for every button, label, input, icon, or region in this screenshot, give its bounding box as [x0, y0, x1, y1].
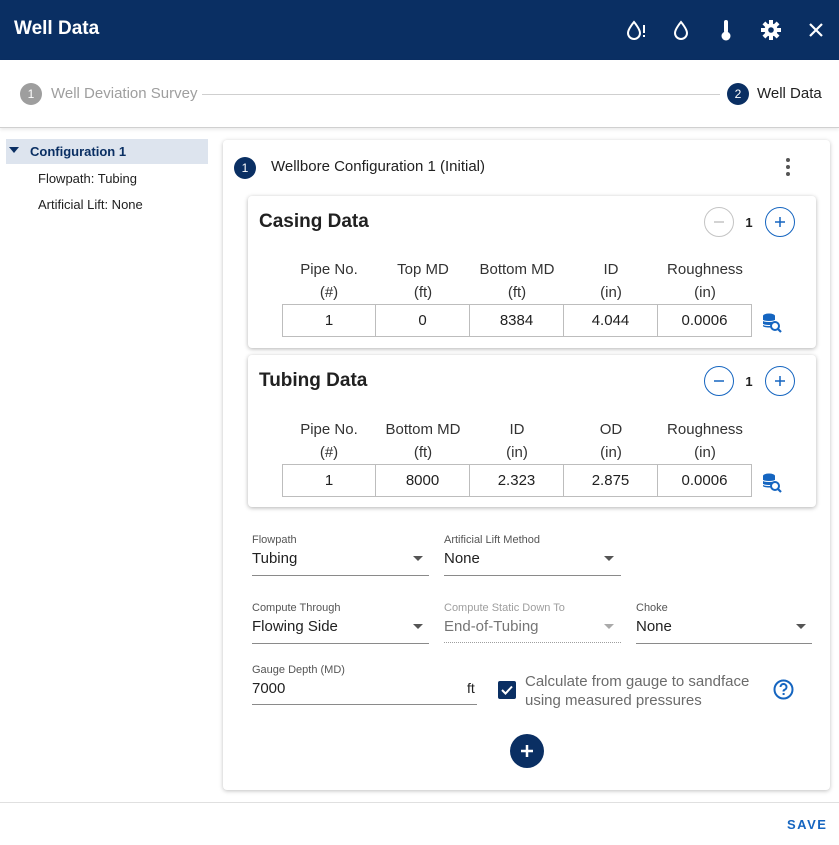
tree-item-artificial-lift[interactable]: Artificial Lift: None: [38, 197, 143, 212]
tubing-cell[interactable]: 0.0006: [658, 464, 752, 497]
casing-count: 1: [745, 215, 753, 230]
casing-title: Casing Data: [259, 211, 369, 232]
drop-icon[interactable]: [668, 17, 694, 43]
compute-through-select[interactable]: Flowing Side: [252, 618, 338, 635]
chevron-down-icon[interactable]: [604, 556, 614, 561]
tubing-col-header: OD (in): [599, 421, 623, 461]
step-2-number[interactable]: 2: [727, 83, 749, 105]
title-bar: Well Data: [0, 0, 839, 60]
casing-cell[interactable]: 1: [282, 304, 376, 337]
tubing-title: Tubing Data: [259, 370, 368, 391]
flowpath-select[interactable]: Tubing: [252, 550, 297, 567]
step-2-label[interactable]: Well Data: [757, 85, 822, 102]
step-1-number[interactable]: 1: [20, 83, 42, 105]
gauge-depth-unit: ft: [467, 680, 475, 696]
tubing-cell[interactable]: 1: [282, 464, 376, 497]
tubing-decrement-button[interactable]: [704, 366, 734, 396]
compute-static-select: End-of-Tubing: [444, 618, 539, 635]
thermometer-icon[interactable]: [713, 17, 739, 43]
casing-col-header: ID (in): [600, 261, 622, 301]
window-title: Well Data: [14, 18, 100, 39]
more-vert-icon[interactable]: [778, 156, 798, 178]
casing-col-header: Pipe No. (#): [300, 261, 358, 301]
gear-icon[interactable]: [758, 17, 784, 43]
tubing-count: 1: [745, 374, 753, 389]
casing-col-header: Bottom MD (ft): [479, 261, 555, 301]
flowpath-label: Flowpath: [252, 534, 297, 546]
chevron-down-icon: [604, 624, 614, 629]
add-configuration-button[interactable]: [510, 734, 544, 768]
tubing-col-header: Roughness (in): [667, 421, 743, 461]
casing-cell[interactable]: 0: [376, 304, 470, 337]
casing-col-header: Top MD (ft): [397, 261, 449, 301]
tree-item-flowpath[interactable]: Flowpath: Tubing: [38, 171, 137, 186]
save-button[interactable]: SAVE: [787, 817, 827, 832]
tubing-cell[interactable]: 2.875: [564, 464, 658, 497]
close-icon[interactable]: [803, 17, 829, 43]
gauge-depth-input[interactable]: 7000: [252, 680, 285, 697]
drop-alert-icon[interactable]: [623, 17, 649, 43]
artificial-lift-underline: [444, 575, 621, 576]
compute-through-label: Compute Through: [252, 602, 341, 614]
choke-select[interactable]: None: [636, 618, 672, 635]
config-title: Wellbore Configuration 1 (Initial): [271, 158, 485, 175]
help-icon[interactable]: [773, 679, 794, 700]
compute-static-label: Compute Static Down To: [444, 602, 565, 614]
tubing-col-header: ID (in): [506, 421, 528, 461]
chevron-down-icon[interactable]: [796, 624, 806, 629]
tubing-cell[interactable]: 8000: [376, 464, 470, 497]
casing-cell[interactable]: 0.0006: [658, 304, 752, 337]
casing-col-header: Roughness (in): [667, 261, 743, 301]
artificial-lift-select[interactable]: None: [444, 550, 480, 567]
gauge-depth-underline: [252, 704, 477, 705]
database-search-icon[interactable]: [761, 472, 783, 494]
casing-cell[interactable]: 8384: [470, 304, 564, 337]
step-connector: [202, 94, 720, 95]
sandface-checkbox[interactable]: [498, 681, 516, 699]
chevron-down-icon[interactable]: [413, 624, 423, 629]
tubing-col-header: Pipe No. (#): [300, 421, 358, 461]
footer-divider: [0, 802, 839, 803]
casing-increment-button[interactable]: [765, 207, 795, 237]
database-search-icon[interactable]: [761, 312, 783, 334]
tubing-cell[interactable]: 2.323: [470, 464, 564, 497]
compute-static-underline: [444, 642, 621, 643]
artificial-lift-label: Artificial Lift Method: [444, 534, 540, 546]
choke-label: Choke: [636, 602, 668, 614]
gauge-depth-label: Gauge Depth (MD): [252, 664, 345, 676]
flowpath-underline: [252, 575, 429, 576]
chevron-down-icon[interactable]: [413, 556, 423, 561]
tubing-increment-button[interactable]: [765, 366, 795, 396]
caret-down-icon[interactable]: [9, 147, 19, 153]
tubing-col-header: Bottom MD (ft): [385, 421, 461, 461]
tree-configuration-label[interactable]: Configuration 1: [30, 144, 126, 159]
choke-underline: [636, 643, 812, 644]
config-number: 1: [234, 157, 256, 179]
casing-decrement-button[interactable]: [704, 207, 734, 237]
casing-cell[interactable]: 4.044: [564, 304, 658, 337]
compute-through-underline: [252, 643, 429, 644]
sandface-checkbox-label[interactable]: Calculate from gauge to sandface using m…: [525, 672, 765, 710]
step-1-label[interactable]: Well Deviation Survey: [51, 85, 197, 102]
